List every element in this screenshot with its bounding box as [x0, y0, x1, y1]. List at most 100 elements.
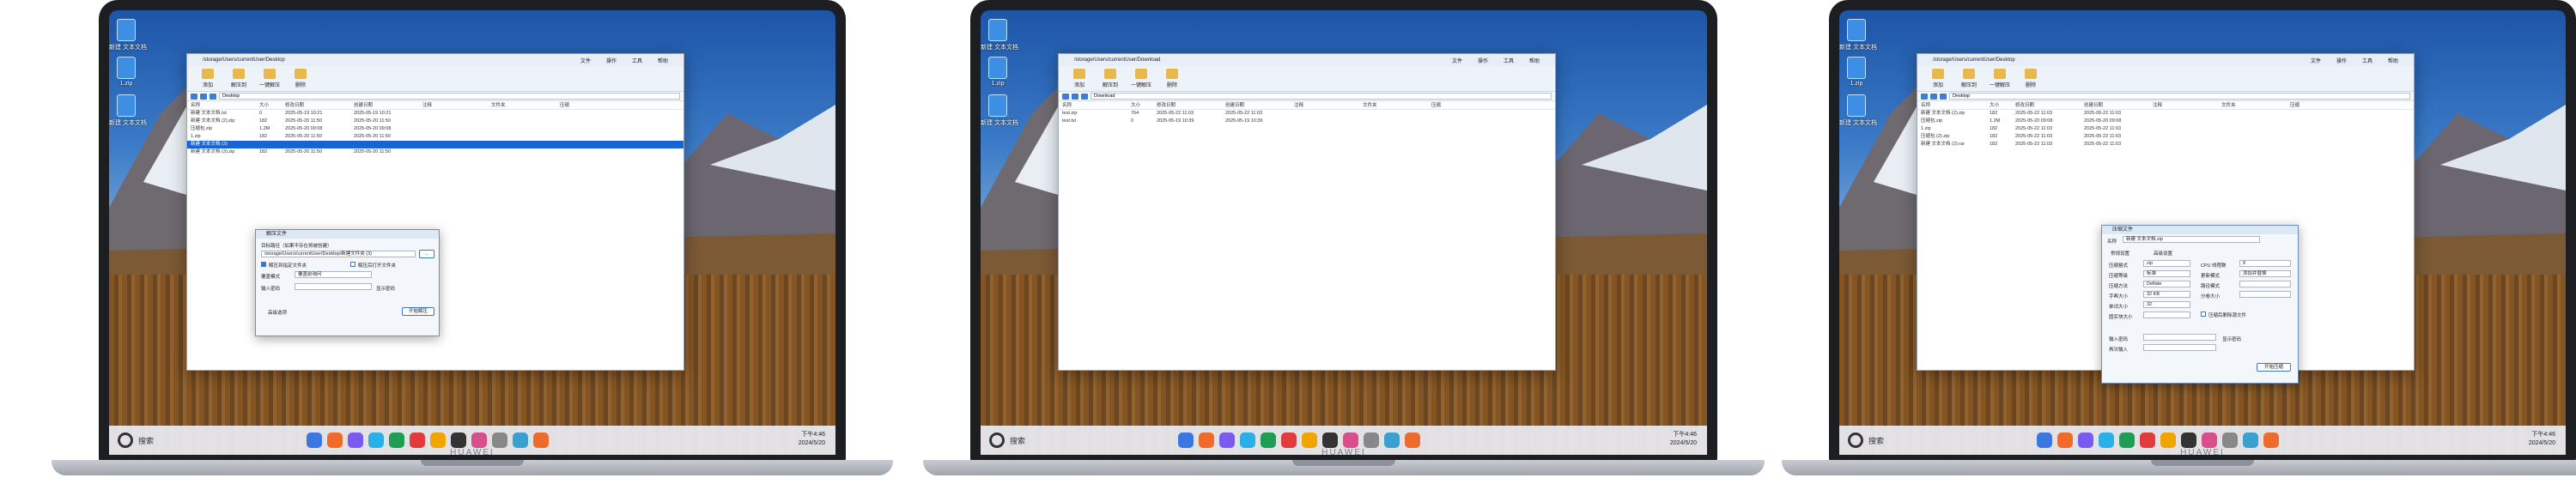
- address-input[interactable]: Download: [1091, 93, 1552, 100]
- back-icon[interactable]: [1921, 93, 1928, 100]
- start-button[interactable]: [118, 432, 133, 448]
- column-header[interactable]: 大小: [256, 101, 282, 109]
- table-row[interactable]: 1.zip 182 2025-05-22 11:03 2025-05-22 11:03: [1917, 125, 2414, 133]
- method-select[interactable]: Deflate: [2143, 281, 2190, 287]
- forward-icon[interactable]: [1930, 93, 1937, 100]
- table-row[interactable]: test.zip 764 2025-05-22 11:03 2025-05-22 11…: [1059, 110, 1555, 118]
- desktop-icon-file[interactable]: 新建 文本文档: [1839, 19, 1877, 51]
- split-select[interactable]: [2239, 291, 2291, 298]
- taskbar-app-icon[interactable]: [2078, 432, 2093, 448]
- taskbar-app-icon[interactable]: [1302, 432, 1317, 448]
- column-header[interactable]: 创建日期: [1222, 101, 1291, 109]
- taskbar-clock[interactable]: 下午4:46 2024/5/20: [2529, 431, 2555, 448]
- extract-folder-checkbox[interactable]: [261, 262, 266, 267]
- taskbar-app-icon[interactable]: [2037, 432, 2052, 448]
- taskbar-app-icon[interactable]: [327, 432, 343, 448]
- menu-item[interactable]: 帮助: [658, 59, 668, 64]
- toolbar-button[interactable]: 添加: [1926, 69, 1950, 88]
- confirm-password-input[interactable]: [2143, 344, 2216, 351]
- menu-item[interactable]: 帮助: [2388, 59, 2398, 64]
- archive-name-input[interactable]: 新建 文本文档.zip: [2123, 236, 2260, 243]
- table-row[interactable]: 新建 文本文档 (3): [187, 141, 683, 148]
- toolbar-button[interactable]: 解压到: [1957, 69, 1981, 88]
- taskbar-app-icon[interactable]: [492, 432, 507, 448]
- start-button[interactable]: [989, 432, 1005, 448]
- menu-item[interactable]: 文件: [1452, 59, 1462, 64]
- taskbar-app-icon[interactable]: [2119, 432, 2135, 448]
- toolbar-button[interactable]: 一键解压: [258, 69, 282, 88]
- taskbar-app-icon[interactable]: [1240, 432, 1255, 448]
- table-row[interactable]: 压缩包 (2).zip 182 2025-05-22 11:03 2025-05-22…: [1917, 133, 2414, 141]
- table-row[interactable]: 新建 文本文档 (2).zip 182 2025-05-20 11:50 2025-0…: [187, 118, 683, 125]
- column-header[interactable]: 压缩: [556, 101, 668, 109]
- taskbar-app-icon[interactable]: [2057, 432, 2073, 448]
- dict-select[interactable]: 32 KB: [2143, 291, 2190, 298]
- taskbar-app-icon[interactable]: [533, 432, 549, 448]
- column-header[interactable]: 压缩: [2287, 101, 2398, 109]
- desktop-icon-file[interactable]: 新建 文本文档: [981, 94, 1018, 127]
- taskbar-app-icon[interactable]: [389, 432, 404, 448]
- back-icon[interactable]: [1062, 93, 1069, 100]
- menu-item[interactable]: 工具: [2362, 59, 2372, 64]
- column-header[interactable]: 文件夹: [2218, 101, 2287, 109]
- target-path-input[interactable]: /storage/Users/currentUser/Desktop/新建文件夹…: [261, 251, 416, 257]
- menu-item[interactable]: 文件: [2311, 59, 2321, 64]
- menu-item[interactable]: 操作: [2336, 59, 2347, 64]
- taskbar-app-icon[interactable]: [1405, 432, 1420, 448]
- address-input[interactable]: Desktop: [219, 93, 680, 100]
- table-row[interactable]: 新建 文本文档 (2).rar 182 2025-05-22 11:03 2025-0…: [1917, 141, 2414, 148]
- format-select[interactable]: zip: [2143, 260, 2190, 267]
- taskbar-app-icon[interactable]: [2181, 432, 2196, 448]
- taskbar-app-icon[interactable]: [2160, 432, 2176, 448]
- taskbar-search-label[interactable]: 搜索: [1868, 435, 1884, 446]
- delete-after-checkbox[interactable]: [2201, 312, 2206, 317]
- column-header[interactable]: 名称: [187, 101, 256, 109]
- taskbar-app-icon[interactable]: [1199, 432, 1214, 448]
- path-select[interactable]: [2239, 281, 2291, 287]
- column-header[interactable]: 修改日期: [1153, 101, 1222, 109]
- column-header[interactable]: 大小: [1986, 101, 2012, 109]
- column-header[interactable]: 名称: [1917, 101, 1986, 109]
- table-row[interactable]: 1.zip 182 2025-05-20 11:50 2025-05-20 11:50: [187, 133, 683, 141]
- table-row[interactable]: 新建 文本文档.txt 0 2025-05-19 10:21 2025-05-19 1…: [187, 110, 683, 118]
- up-icon[interactable]: [1940, 93, 1947, 100]
- start-button[interactable]: [1848, 432, 1863, 448]
- tab-general[interactable]: 常规设置: [2111, 250, 2129, 257]
- column-header[interactable]: 创建日期: [350, 101, 419, 109]
- desktop-icon-file[interactable]: 1.zip: [1839, 57, 1874, 87]
- level-select[interactable]: 标准: [2143, 270, 2190, 277]
- up-icon[interactable]: [1081, 93, 1088, 100]
- taskbar-clock[interactable]: 下午4:46 2024/5/20: [799, 431, 825, 448]
- column-header[interactable]: 名称: [1059, 101, 1127, 109]
- taskbar-clock[interactable]: 下午4:46 2024/5/20: [1670, 431, 1697, 448]
- column-header[interactable]: 注释: [419, 101, 488, 109]
- toolbar-button[interactable]: 解压到: [1098, 69, 1122, 88]
- taskbar-app-icon[interactable]: [430, 432, 446, 448]
- taskbar-app-icon[interactable]: [2202, 432, 2217, 448]
- back-icon[interactable]: [191, 93, 197, 100]
- taskbar-app-icon[interactable]: [2099, 432, 2114, 448]
- column-header[interactable]: 大小: [1127, 101, 1153, 109]
- table-row[interactable]: 新建 文本文档 (2).zip 182 2025-05-22 11:03 2025-0…: [1917, 110, 2414, 118]
- menu-item[interactable]: 工具: [1504, 59, 1514, 64]
- open-folder-checkbox[interactable]: [350, 262, 355, 267]
- toolbar-button[interactable]: 添加: [196, 69, 220, 88]
- desktop-icon-file[interactable]: 新建 文本文档: [981, 19, 1018, 51]
- column-header[interactable]: 文件夹: [488, 101, 556, 109]
- address-input[interactable]: Desktop: [1949, 93, 2410, 100]
- taskbar-app-icon[interactable]: [348, 432, 363, 448]
- column-header[interactable]: 注释: [2149, 101, 2218, 109]
- toolbar-button[interactable]: 一键解压: [1129, 69, 1153, 88]
- column-header[interactable]: 创建日期: [2081, 101, 2149, 109]
- taskbar-app-icon[interactable]: [1281, 432, 1297, 448]
- forward-icon[interactable]: [1072, 93, 1078, 100]
- taskbar-app-icon[interactable]: [1261, 432, 1276, 448]
- extract-button[interactable]: 开始解压: [402, 307, 434, 316]
- desktop-icon-file[interactable]: 新建 文本文档: [109, 94, 147, 127]
- taskbar-search-label[interactable]: 搜索: [1010, 435, 1025, 446]
- toolbar-button[interactable]: 删除: [289, 69, 313, 88]
- toolbar-button[interactable]: 添加: [1067, 69, 1091, 88]
- taskbar-app-icon[interactable]: [451, 432, 466, 448]
- toolbar-button[interactable]: 一键解压: [1988, 69, 2012, 88]
- cpu-select[interactable]: 8: [2239, 260, 2291, 267]
